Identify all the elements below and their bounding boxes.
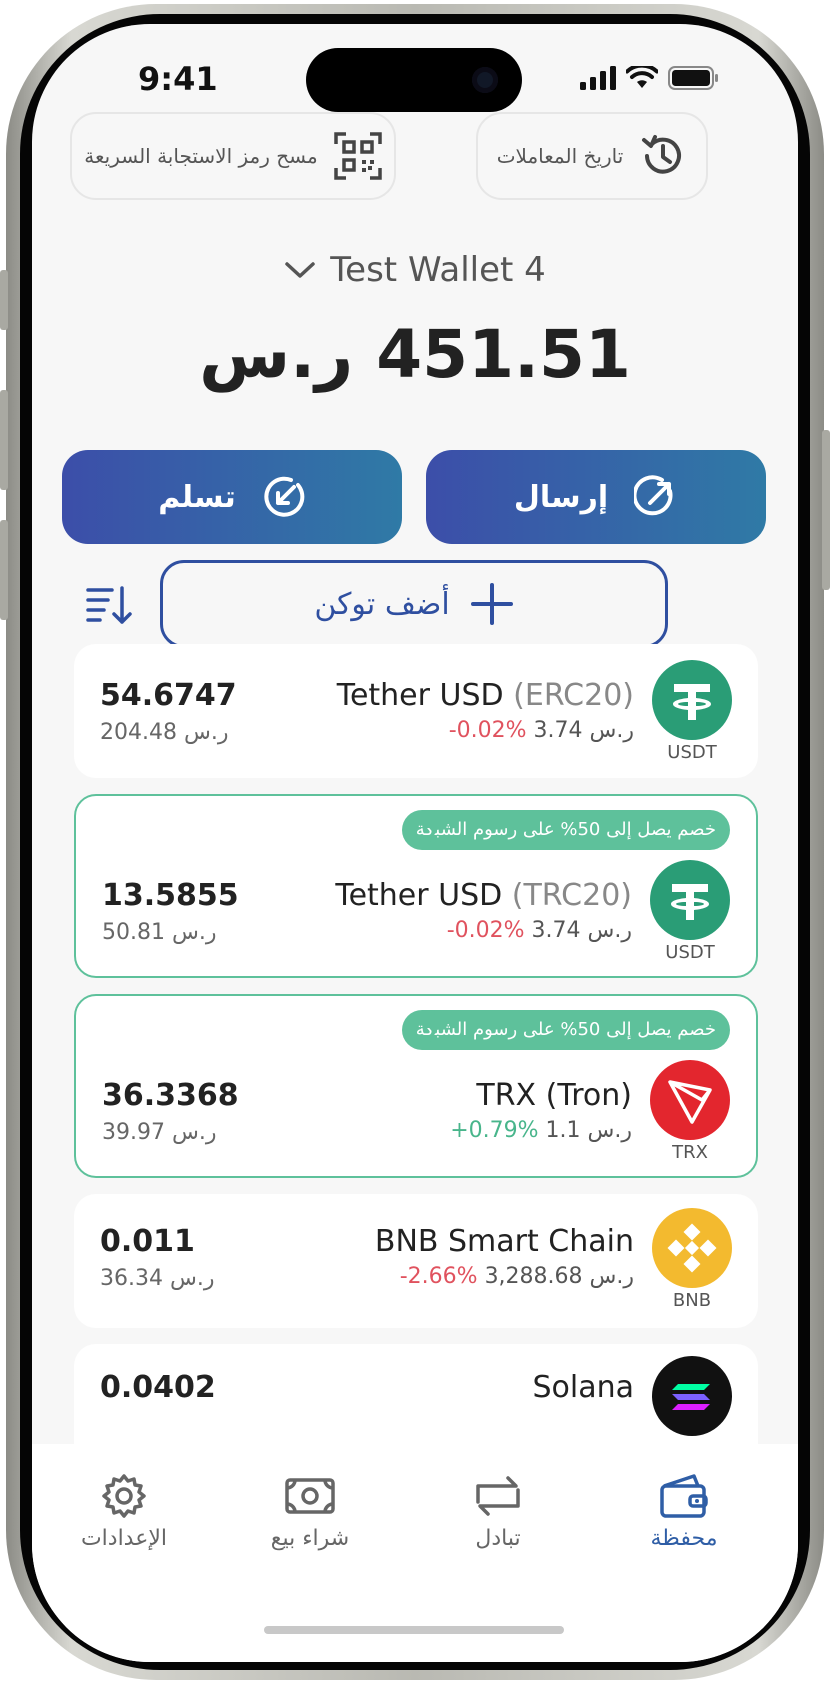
add-token-button[interactable]: أضف توكن xyxy=(160,560,668,648)
token-name: Tether USD (ERC20) xyxy=(336,678,634,713)
transaction-history-button[interactable]: تاريخ المعاملات xyxy=(476,112,708,200)
receive-label: تسلم xyxy=(158,479,236,515)
receive-button[interactable]: تسلم xyxy=(62,450,402,544)
token-price: -0.02% ر.س 3.74 xyxy=(448,718,634,743)
total-balance: 451.51 ر.س xyxy=(199,316,631,393)
plus-icon xyxy=(470,583,513,625)
add-token-label: أضف توكن xyxy=(314,586,450,622)
qr-code-icon xyxy=(333,132,382,180)
token-price: +0.79% ر.س 1.1 xyxy=(450,1118,632,1143)
tab-wallet-label: محفظة xyxy=(650,1526,718,1551)
home-indicator[interactable] xyxy=(264,1626,564,1634)
solana-icon xyxy=(652,1356,732,1436)
token-change: -2.66% xyxy=(399,1264,478,1289)
token-fiat-value: ر.س 50.81 xyxy=(102,920,217,945)
tab-buy-sell[interactable]: شراء بيع xyxy=(230,1472,390,1551)
token-amount: 0.0402 xyxy=(100,1370,216,1405)
token-row-usdt-trc20[interactable]: خصم يصل إلى 50% على رسوم الشبكة USDT Tet… xyxy=(74,794,758,978)
trx-icon xyxy=(650,1060,730,1140)
history-icon xyxy=(642,135,682,174)
side-button xyxy=(0,270,8,330)
token-name: TRX (Tron) xyxy=(476,1078,632,1113)
swap-icon xyxy=(476,1476,520,1516)
chevron-down-icon xyxy=(285,262,315,278)
token-name: Tether USD (TRC20) xyxy=(335,878,632,913)
send-arrow-icon xyxy=(634,475,673,516)
status-time: 9:41 xyxy=(138,60,218,98)
token-name: BNB Smart Chain xyxy=(374,1224,634,1259)
scan-qr-button[interactable]: مسح رمز الاستجابة السريعة xyxy=(70,112,396,200)
token-name: Solana xyxy=(532,1370,634,1405)
tab-buy-sell-label: شراء بيع xyxy=(270,1526,350,1551)
receive-arrow-icon xyxy=(264,476,305,517)
token-fiat-value: ر.س 36.34 xyxy=(100,1266,215,1291)
sort-icon xyxy=(86,586,132,624)
token-fiat-value: ر.س 39.97 xyxy=(102,1120,217,1145)
token-price: -0.02% ر.س 3.74 xyxy=(446,918,632,943)
token-change: +0.79% xyxy=(450,1118,539,1143)
cash-icon xyxy=(285,1478,335,1514)
token-symbol: USDT xyxy=(665,942,715,963)
token-row-bnb[interactable]: BNB BNB Smart Chain -2.66% ر.س 3,288.68 … xyxy=(74,1194,758,1328)
wallet-name: Test Wallet 4 xyxy=(330,250,546,290)
tab-settings-label: الإعدادات xyxy=(80,1526,168,1551)
token-price: -2.66% ر.س 3,288.68 xyxy=(399,1264,634,1289)
token-symbol: BNB xyxy=(672,1290,712,1311)
tab-wallet[interactable]: محفظة xyxy=(604,1472,764,1551)
tab-settings[interactable]: الإعدادات xyxy=(44,1472,204,1551)
token-change: -0.02% xyxy=(448,718,527,743)
wallet-selector[interactable]: Test Wallet 4 xyxy=(32,250,798,290)
fee-discount-badge: خصم يصل إلى 50% على رسوم الشبكة xyxy=(401,810,730,850)
token-symbol: TRX xyxy=(672,1142,708,1163)
volume-up-button xyxy=(0,390,8,490)
token-amount: 0.011 xyxy=(100,1224,195,1259)
token-row-trx[interactable]: خصم يصل إلى 50% على رسوم الشبكة TRX TRX … xyxy=(74,994,758,1178)
bnb-icon xyxy=(652,1208,732,1288)
token-fiat-value: ر.س 204.48 xyxy=(100,720,229,745)
history-label: تاريخ المعاملات xyxy=(496,144,624,168)
battery-icon xyxy=(668,66,718,90)
volume-down-button xyxy=(0,520,8,620)
fee-discount-badge: خصم يصل إلى 50% على رسوم الشبكة xyxy=(401,1010,730,1050)
status-icons xyxy=(580,66,720,90)
app-screen: 9:41 مسح رمز الاستجابة السريعة تاريخ الم… xyxy=(32,24,798,1662)
gear-icon xyxy=(102,1474,146,1518)
wallet-icon xyxy=(660,1474,708,1518)
token-amount: 54.6747 xyxy=(100,678,237,713)
usdt-icon xyxy=(650,860,730,940)
scan-qr-label: مسح رمز الاستجابة السريعة xyxy=(84,144,318,168)
power-button xyxy=(822,430,830,590)
token-symbol: USDT xyxy=(667,742,717,763)
token-amount: 36.3368 xyxy=(102,1078,239,1113)
send-label: إرسال xyxy=(513,479,609,515)
sort-button[interactable] xyxy=(86,586,134,630)
wifi-icon xyxy=(626,66,658,88)
signal-icon xyxy=(580,66,616,90)
send-button[interactable]: إرسال xyxy=(426,450,766,544)
lightning-icon xyxy=(424,1010,442,1042)
tab-swap[interactable]: تبادل xyxy=(418,1472,578,1551)
tab-swap-label: تبادل xyxy=(475,1526,521,1551)
token-change: -0.02% xyxy=(446,918,525,943)
dynamic-island xyxy=(306,48,522,112)
token-row-usdt-erc20[interactable]: USDT Tether USD (ERC20) -0.02% ر.س 3.74 … xyxy=(74,644,758,778)
usdt-icon xyxy=(652,660,732,740)
token-amount: 13.5855 xyxy=(102,878,239,913)
lightning-icon xyxy=(424,810,442,842)
